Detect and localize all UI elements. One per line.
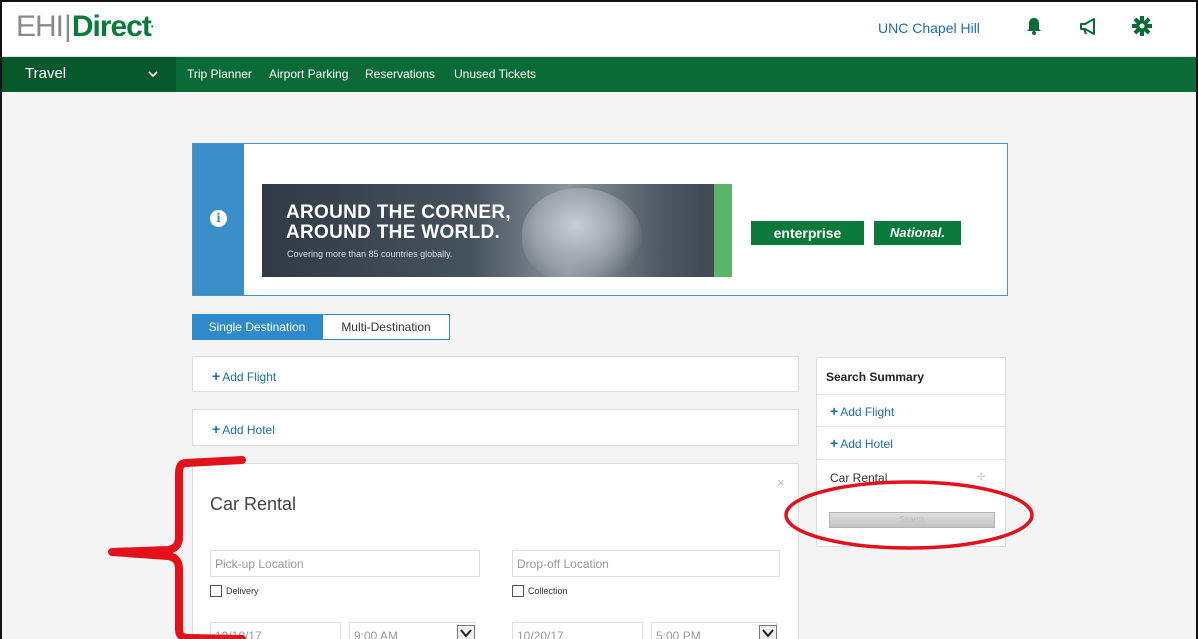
collection-checkbox[interactable] <box>512 585 524 597</box>
megaphone-icon[interactable] <box>1077 14 1101 38</box>
dropoff-date-input[interactable]: 10/20/17 <box>512 622 643 639</box>
organization-name[interactable]: UNC Chapel Hill <box>878 20 980 36</box>
ad-headline-line1: AROUND THE CORNER, <box>286 202 511 223</box>
banner-side-strip: i <box>193 144 244 295</box>
bell-icon[interactable] <box>1022 14 1046 38</box>
dropoff-location-input[interactable]: Drop-off Location <box>512 550 780 577</box>
add-hotel-panel: + Add Hotel <box>192 409 799 446</box>
ad-subline: Covering more than 85 countries globally… <box>287 249 453 259</box>
enterprise-logo: enterprise <box>751 221 864 245</box>
ad-photo <box>522 188 642 277</box>
ad-headline: AROUND THE CORNER, AROUND THE WORLD. <box>286 203 511 243</box>
app-window: EHI|Direct• UNC Chapel Hill Travel Trip … <box>0 0 1198 639</box>
search-summary-panel: Search Summary + Add Flight + Add Hotel Ca… <box>816 357 1006 547</box>
delivery-checkbox[interactable] <box>210 585 222 597</box>
tab-single-destination[interactable]: Single Destination <box>192 314 322 340</box>
summary-car-rental[interactable]: Car Rental <box>830 471 887 485</box>
chevron-down-icon <box>460 629 472 638</box>
module-selector[interactable]: Travel <box>2 57 176 92</box>
logo-dot: • <box>150 22 154 31</box>
car-rental-title: Car Rental <box>210 494 297 514</box>
chevron-down-icon <box>148 71 158 78</box>
nav-reservations[interactable]: Reservations <box>365 67 435 81</box>
ad-headline-line2: AROUND THE WORLD. <box>286 222 501 243</box>
summary-add-flight-link[interactable]: + Add Flight <box>830 403 894 419</box>
ad-green-stripe <box>714 184 732 277</box>
top-bar: EHI|Direct• UNC Chapel Hill <box>2 2 1196 57</box>
ehi-direct-logo[interactable]: EHI|Direct• <box>16 10 154 44</box>
pickup-date-input[interactable]: 10/10/17 <box>210 622 341 639</box>
module-label: Travel <box>25 65 67 82</box>
national-logo: National. <box>874 221 961 245</box>
chevron-down-icon <box>762 629 774 638</box>
logo-direct-text: Direct <box>71 10 152 43</box>
add-flight-label: Add Flight <box>222 370 277 384</box>
ad-image[interactable]: AROUND THE CORNER, AROUND THE WORLD. Cov… <box>262 184 732 277</box>
summary-row-flight: + Add Flight <box>817 394 1005 427</box>
add-hotel-link[interactable]: + Add Hotel <box>212 421 275 437</box>
collection-label: Collection <box>528 586 568 596</box>
summary-add-flight-label: Add Flight <box>840 405 895 419</box>
add-flight-link[interactable]: + Add Flight <box>212 368 276 384</box>
logo-ehi-text: EHI <box>16 10 64 43</box>
pickup-time-value: 9:00 AM <box>354 629 399 639</box>
info-icon: i <box>210 210 227 227</box>
gear-icon[interactable] <box>1130 14 1154 38</box>
summary-row-hotel: + Add Hotel <box>817 426 1005 459</box>
car-rental-panel: Car Rental × Pick-up Location Drop-off L… <box>192 463 799 639</box>
pickup-location-input[interactable]: Pick-up Location <box>210 550 480 577</box>
search-button[interactable]: Search <box>829 512 995 528</box>
summary-add-hotel-link[interactable]: + Add Hotel <box>830 435 893 451</box>
close-icon[interactable]: × <box>777 475 785 490</box>
search-summary-title: Search Summary <box>826 370 925 384</box>
dropoff-time-dropdown-button[interactable] <box>759 625 777 639</box>
tab-multi-destination[interactable]: Multi-Destination <box>322 314 450 340</box>
plus-icon: + <box>830 403 839 419</box>
plus-icon: + <box>830 435 839 451</box>
summary-add-hotel-label: Add Hotel <box>840 437 893 451</box>
nav-trip-planner[interactable]: Trip Planner <box>187 67 252 81</box>
dropoff-time-value: 5:00 PM <box>656 629 701 639</box>
add-hotel-label: Add Hotel <box>222 423 275 437</box>
plus-icon: + <box>212 421 221 437</box>
delivery-label: Delivery <box>226 586 259 596</box>
nav-airport-parking[interactable]: Airport Parking <box>269 67 348 81</box>
logo-separator: | <box>64 10 72 43</box>
nav-unused-tickets[interactable]: Unused Tickets <box>454 67 536 81</box>
main-nav: Travel Trip Planner Airport Parking Rese… <box>2 57 1196 92</box>
plus-icon: + <box>212 368 221 384</box>
pickup-time-dropdown-button[interactable] <box>457 625 475 639</box>
pin-icon[interactable]: ✣ <box>977 472 985 483</box>
info-banner: i AROUND THE CORNER, AROUND THE WORLD. C… <box>192 143 1008 296</box>
add-flight-panel: + Add Flight <box>192 356 799 392</box>
